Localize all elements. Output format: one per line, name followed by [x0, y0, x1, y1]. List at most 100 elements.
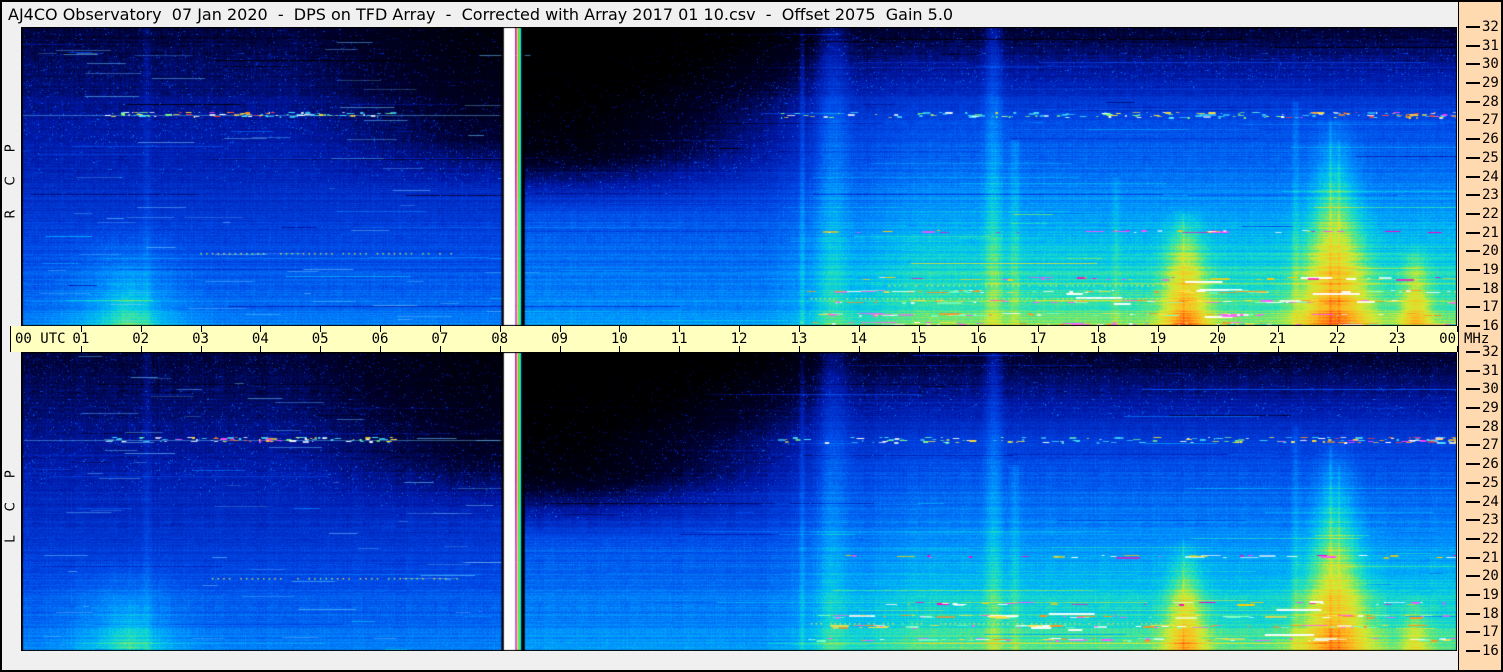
time-tick-mark	[320, 326, 321, 332]
time-tick-mark	[380, 346, 381, 352]
time-axis-start-label: 00 UTC	[15, 331, 66, 347]
time-tick-label: 03	[192, 331, 209, 347]
time-tick-mark	[739, 346, 740, 352]
time-tick-label: 18	[1089, 331, 1107, 347]
freq-tick-label: 31	[1482, 38, 1499, 54]
freq-tick-mark	[1466, 101, 1480, 103]
freq-tick-mark	[1466, 138, 1480, 140]
time-tick-mark	[919, 326, 920, 332]
time-tick-label: 13	[790, 331, 808, 347]
freq-tick-mark	[1466, 119, 1480, 121]
time-tick-mark	[679, 326, 680, 332]
freq-tick-mark	[1466, 351, 1480, 353]
freq-tick-label: 17	[1482, 624, 1499, 640]
rcp-axis-label-box: R C P	[2, 27, 21, 326]
time-tick-mark	[380, 326, 381, 332]
freq-tick-label: 22	[1482, 206, 1499, 222]
freq-tick-mark	[1466, 288, 1480, 290]
time-tick-label: 02	[132, 331, 150, 347]
time-tick-mark	[440, 346, 441, 352]
freq-tick-mark	[1466, 538, 1480, 540]
time-tick-mark	[1098, 346, 1099, 352]
freq-tick-mark	[1466, 388, 1480, 390]
freq-tick-label: 19	[1482, 262, 1499, 278]
freq-tick-mark	[1466, 250, 1480, 252]
time-tick-label: 06	[371, 331, 389, 347]
freq-tick-label: 17	[1482, 299, 1499, 315]
freq-tick-mark	[1466, 557, 1480, 559]
window-title: AJ4CO Observatory 07 Jan 2020 - DPS on T…	[8, 5, 954, 24]
time-tick-mark	[141, 346, 142, 352]
freq-tick-mark	[1466, 444, 1480, 446]
time-tick-mark	[1218, 326, 1219, 332]
time-tick-label: 23	[1388, 331, 1406, 347]
freq-tick-mark	[1466, 45, 1480, 47]
time-tick-mark	[978, 326, 979, 332]
frequency-axis: MHz 32 31 30 29 28 27 26 25 24 23 22 21 20 19 18 17 16 32…	[1458, 2, 1501, 670]
freq-tick-label: 27	[1482, 112, 1499, 128]
rcp-spectrogram	[21, 27, 1457, 326]
time-tick-mark	[1278, 326, 1279, 332]
time-tick-mark	[619, 346, 620, 352]
time-tick-mark	[81, 346, 82, 352]
time-tick-label: 11	[670, 331, 688, 347]
time-tick-label: 20	[1209, 331, 1227, 347]
time-tick-mark	[978, 346, 979, 352]
time-tick-label: 14	[850, 331, 868, 347]
time-tick-label: 21	[1269, 331, 1286, 347]
time-tick-label: 10	[610, 331, 628, 347]
freq-tick-label: 29	[1482, 400, 1499, 416]
time-tick-label: 04	[251, 331, 269, 347]
freq-tick-mark	[1466, 463, 1480, 465]
freq-tick-label: 32	[1482, 19, 1499, 35]
time-tick-mark	[1278, 346, 1279, 352]
time-tick-label: 19	[1149, 331, 1167, 347]
freq-tick-label: 18	[1482, 281, 1499, 297]
time-tick-label: 09	[551, 331, 568, 347]
freq-tick-label: 27	[1482, 437, 1499, 453]
time-tick-mark	[859, 326, 860, 332]
time-tick-mark	[619, 326, 620, 332]
time-tick-mark	[1038, 346, 1039, 352]
time-tick-mark	[1337, 346, 1338, 352]
freq-tick-mark	[1466, 232, 1480, 234]
freq-tick-label: 24	[1482, 169, 1499, 185]
time-tick-mark	[260, 346, 261, 352]
freq-tick-mark	[1466, 306, 1480, 308]
freq-tick-label: 20	[1482, 243, 1499, 259]
freq-tick-mark	[1466, 407, 1480, 409]
time-tick-mark	[1158, 326, 1159, 332]
time-tick-mark	[1158, 346, 1159, 352]
time-tick-label: 07	[431, 331, 449, 347]
time-tick-mark	[1038, 326, 1039, 332]
time-tick-mark	[1098, 326, 1099, 332]
time-axis-end-label: 00	[1439, 331, 1456, 347]
freq-tick-label: 30	[1482, 56, 1499, 72]
freq-tick-label: 16	[1482, 643, 1499, 659]
freq-tick-mark	[1466, 269, 1480, 271]
lcp-polarization-label: L C P	[4, 460, 19, 543]
rcp-polarization-label: R C P	[4, 134, 19, 219]
time-tick-mark	[1397, 346, 1398, 352]
freq-tick-label: 25	[1482, 475, 1499, 491]
time-tick-mark	[141, 326, 142, 332]
freq-tick-mark	[1466, 613, 1480, 615]
freq-tick-label: 29	[1482, 75, 1499, 91]
freq-tick-label: 28	[1482, 419, 1499, 435]
time-tick-mark	[1218, 346, 1219, 352]
time-tick-label: 05	[311, 331, 329, 347]
time-tick-mark	[1337, 326, 1338, 332]
lcp-axis-label-box: L C P	[2, 352, 21, 651]
time-tick-mark	[201, 326, 202, 332]
time-tick-label: 22	[1328, 331, 1346, 347]
freq-tick-mark	[1466, 194, 1480, 196]
freq-tick-label: 26	[1482, 456, 1499, 472]
freq-tick-label: 25	[1482, 150, 1499, 166]
time-tick-label: 17	[1029, 331, 1047, 347]
freq-tick-mark	[1466, 631, 1480, 633]
freq-tick-mark	[1466, 650, 1480, 652]
time-tick-mark	[1397, 326, 1398, 332]
time-tick-mark	[201, 346, 202, 352]
freq-tick-label: 21	[1482, 550, 1499, 566]
time-tick-label: 15	[910, 331, 927, 347]
